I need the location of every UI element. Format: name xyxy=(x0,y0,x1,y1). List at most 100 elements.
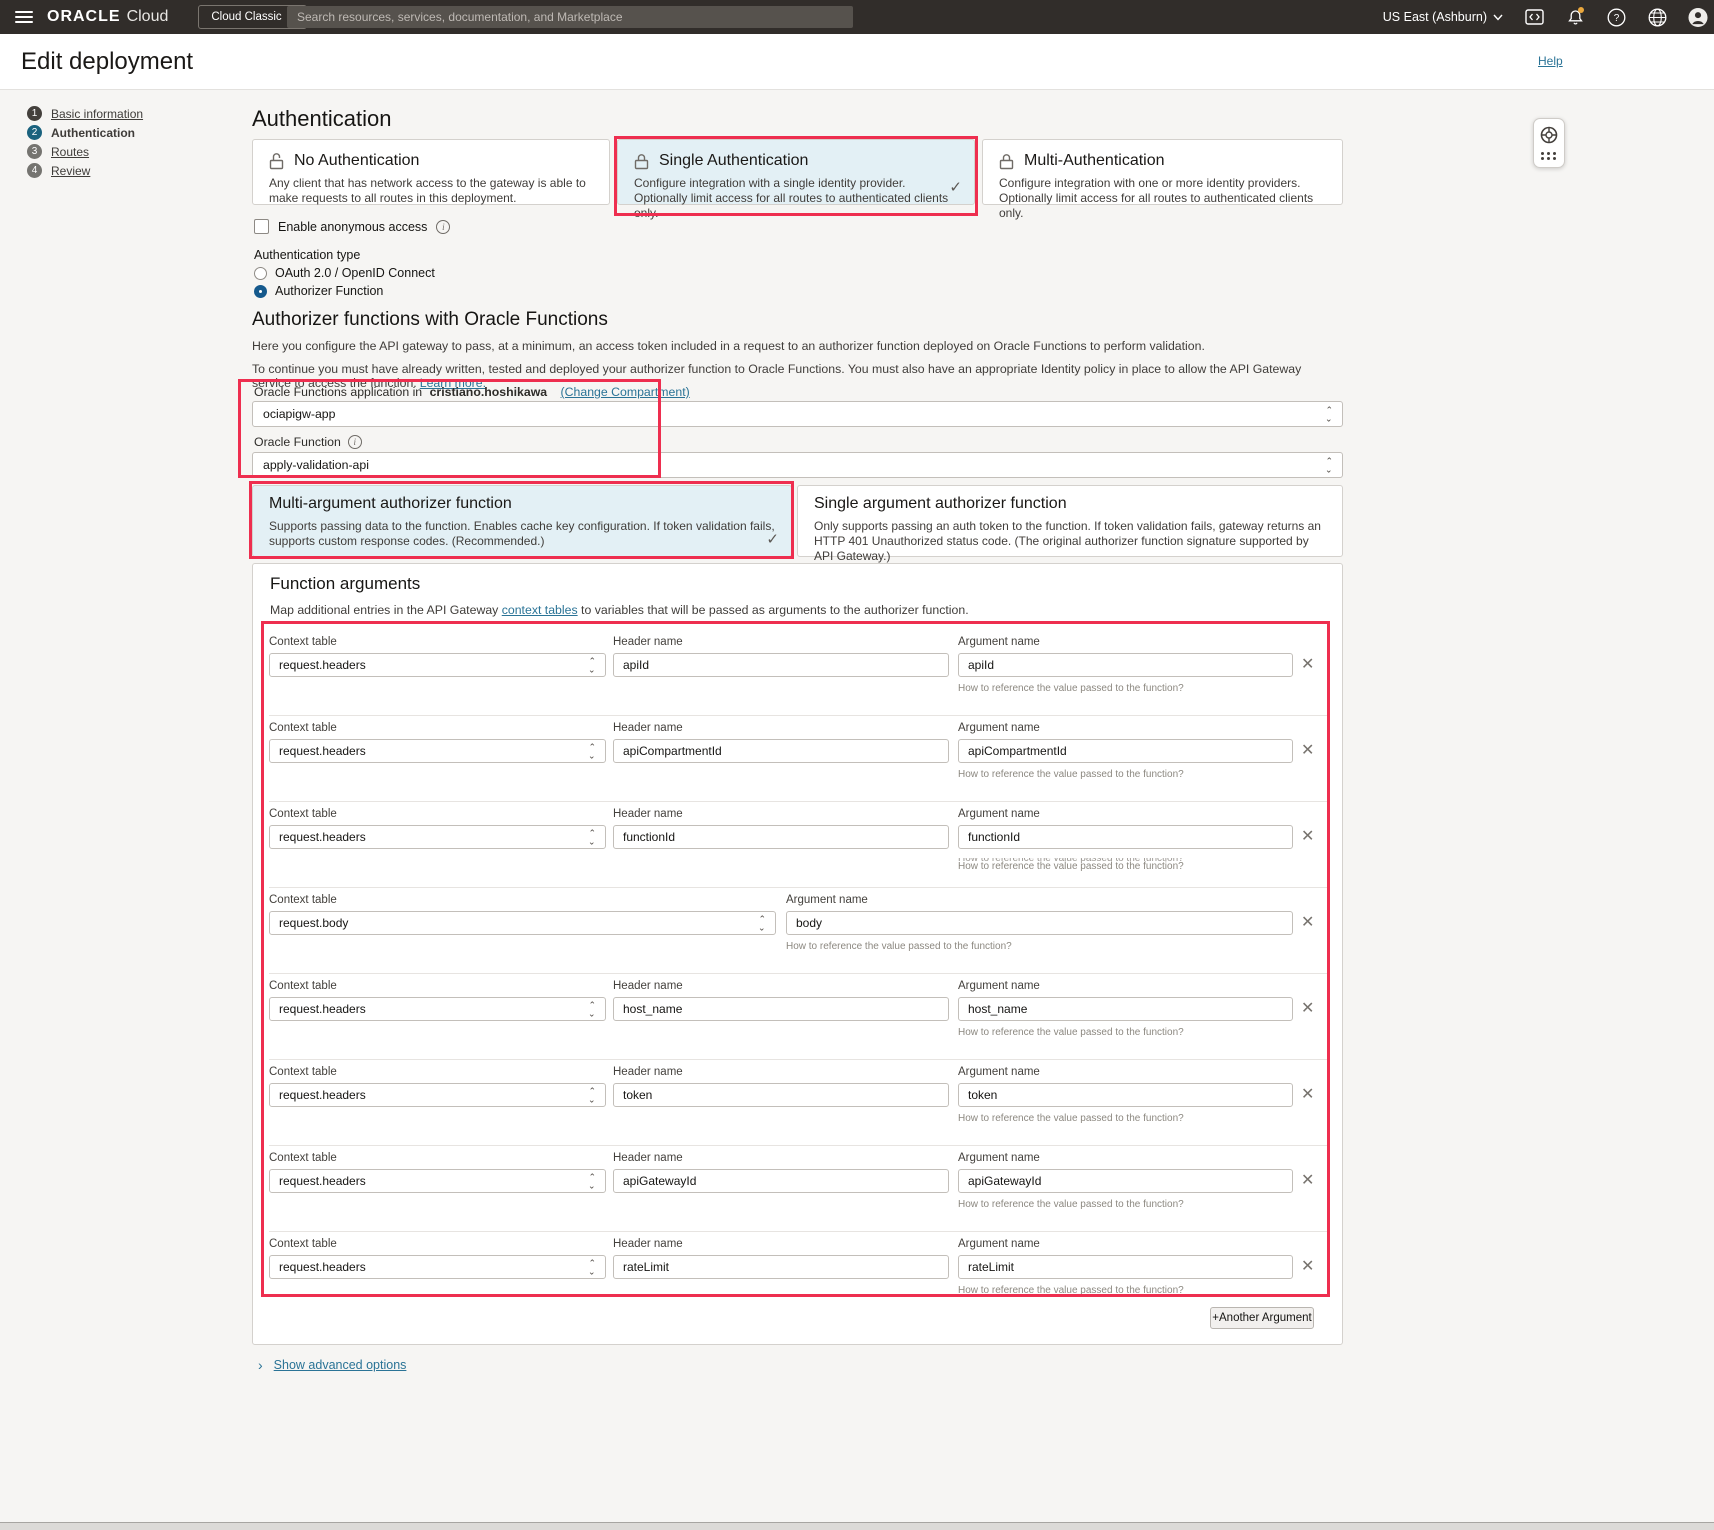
argument-name-column: Argument name How to reference the value… xyxy=(958,636,1293,694)
header-name-input[interactable] xyxy=(613,739,949,763)
context-table-select[interactable]: request.headers ⌃⌃ xyxy=(269,1083,606,1107)
argument-name-input[interactable] xyxy=(958,1255,1293,1279)
oracle-cloud-logo[interactable]: ORACLE Cloud xyxy=(47,8,168,26)
header-name-input[interactable] xyxy=(613,653,949,677)
context-table-value: request.body xyxy=(279,916,348,930)
show-advanced-options-link[interactable]: Show advanced options xyxy=(274,1358,407,1372)
header-name-input[interactable] xyxy=(613,1169,949,1193)
context-table-select[interactable]: request.headers ⌃⌃ xyxy=(269,1169,606,1193)
reference-hint-link[interactable]: How to reference the value passed to the… xyxy=(958,683,1293,694)
function-argument-row: Context table request.headers ⌃⌃ Header … xyxy=(269,1060,1328,1146)
context-table-select[interactable]: request.headers ⌃⌃ xyxy=(269,1255,606,1279)
top-navigation-bar: ORACLE Cloud Cloud Classic › US East (As… xyxy=(0,0,1714,34)
step-routes[interactable]: 3 Routes xyxy=(27,142,143,161)
argument-name-input[interactable] xyxy=(958,1083,1293,1107)
select-stepper-icon: ⌃⌃ xyxy=(1325,406,1333,422)
language-globe-icon[interactable] xyxy=(1647,7,1667,27)
card-description: Any client that has network access to th… xyxy=(269,176,593,206)
step-basic-information[interactable]: 1 Basic information xyxy=(27,104,143,123)
argument-name-column: Argument name How to reference the value… xyxy=(958,1066,1293,1124)
context-table-select[interactable]: request.headers ⌃⌃ xyxy=(269,825,606,849)
context-tables-link[interactable]: context tables xyxy=(502,603,578,617)
header-name-input[interactable] xyxy=(613,1255,949,1279)
radio-label: Authorizer Function xyxy=(275,284,383,298)
select-stepper-icon: ⌃⌃ xyxy=(588,1259,596,1275)
card-single-authentication[interactable]: Single Authentication Configure integrat… xyxy=(617,139,975,205)
selected-function: apply-validation-api xyxy=(263,458,369,472)
card-multi-authentication[interactable]: Multi-Authentication Configure integrati… xyxy=(982,139,1343,205)
search-input[interactable] xyxy=(287,6,853,28)
radio-authorizer-function[interactable]: Authorizer Function xyxy=(254,284,383,298)
remove-argument-icon[interactable]: ✕ xyxy=(1301,740,1314,760)
function-argument-row: Context table request.headers ⌃⌃ Header … xyxy=(269,802,1328,888)
advanced-options-row: › Show advanced options xyxy=(258,1357,406,1373)
oracle-function-select[interactable]: apply-validation-api ⌃⌃ xyxy=(252,452,1343,478)
life-buoy-icon[interactable] xyxy=(1540,126,1558,144)
step-label[interactable]: Basic information xyxy=(51,107,143,121)
help-link[interactable]: Help xyxy=(1538,54,1563,68)
argument-name-input[interactable] xyxy=(958,997,1293,1021)
context-table-column: Context table request.body ⌃⌃ xyxy=(269,894,776,935)
change-compartment-link[interactable]: (Change Compartment) xyxy=(561,385,690,399)
remove-argument-icon[interactable]: ✕ xyxy=(1301,1256,1314,1276)
argument-name-input[interactable] xyxy=(786,911,1293,935)
info-icon[interactable]: i xyxy=(348,435,362,449)
context-table-select[interactable]: request.headers ⌃⌃ xyxy=(269,739,606,763)
support-widget[interactable] xyxy=(1533,118,1565,168)
function-argument-row: Context table request.body ⌃⌃ Argument n… xyxy=(269,888,1328,974)
functions-application-select[interactable]: ociapigw-app ⌃⌃ xyxy=(252,401,1343,427)
radio-oauth[interactable]: OAuth 2.0 / OpenID Connect xyxy=(254,266,435,280)
card-no-authentication[interactable]: No Authentication Any client that has ne… xyxy=(252,139,610,205)
reference-hint-link[interactable]: How to reference the value passed to the… xyxy=(958,769,1293,780)
card-single-argument[interactable]: Single argument authorizer function Only… xyxy=(797,485,1343,557)
header-name-input[interactable] xyxy=(613,1083,949,1107)
region-selector[interactable]: US East (Ashburn) xyxy=(1383,10,1503,24)
step-label[interactable]: Routes xyxy=(51,145,89,159)
enable-anonymous-access-row: Enable anonymous access i xyxy=(254,219,450,234)
apps-dots-icon[interactable] xyxy=(1541,152,1557,160)
argument-name-input[interactable] xyxy=(958,653,1293,677)
remove-argument-icon[interactable]: ✕ xyxy=(1301,1170,1314,1190)
remove-argument-icon[interactable]: ✕ xyxy=(1301,912,1314,932)
step-authentication[interactable]: 2 Authentication xyxy=(27,123,143,142)
remove-argument-icon[interactable]: ✕ xyxy=(1301,1084,1314,1104)
notifications-bell-icon[interactable] xyxy=(1565,7,1585,27)
reference-hint-link[interactable]: How to reference the value passed to the… xyxy=(958,1027,1293,1038)
context-table-label: Context table xyxy=(269,722,606,734)
reference-hint-link[interactable]: How to reference the value passed to the… xyxy=(958,1285,1293,1296)
anonymous-access-checkbox[interactable] xyxy=(254,219,269,234)
functions-application-label: Oracle Functions application in cristian… xyxy=(254,385,690,399)
context-table-select[interactable]: request.headers ⌃⌃ xyxy=(269,997,606,1021)
step-review[interactable]: 4 Review xyxy=(27,161,143,180)
help-question-icon[interactable]: ? xyxy=(1606,7,1626,27)
remove-argument-icon[interactable]: ✕ xyxy=(1301,998,1314,1018)
user-avatar-icon[interactable] xyxy=(1688,7,1708,27)
header-name-input[interactable] xyxy=(613,997,949,1021)
card-multi-argument[interactable]: Multi-argument authorizer function Suppo… xyxy=(252,485,792,557)
context-table-label: Context table xyxy=(269,1238,606,1250)
argument-name-input[interactable] xyxy=(958,825,1293,849)
argument-name-input[interactable] xyxy=(958,739,1293,763)
reference-hint-link[interactable]: How to reference the value passed to the… xyxy=(958,1199,1293,1210)
info-icon[interactable]: i xyxy=(436,220,450,234)
argument-name-input[interactable] xyxy=(958,1169,1293,1193)
function-argument-row: Context table request.headers ⌃⌃ Header … xyxy=(269,630,1328,716)
radio-button-icon[interactable] xyxy=(254,285,267,298)
developer-console-icon[interactable] xyxy=(1524,7,1544,27)
hamburger-menu-icon[interactable] xyxy=(15,11,33,23)
context-table-select[interactable]: request.body ⌃⌃ xyxy=(269,911,776,935)
reference-hint-link[interactable]: How to reference the value passed to the… xyxy=(786,941,1293,952)
argument-name-label: Argument name xyxy=(958,1238,1293,1250)
header-name-label: Header name xyxy=(613,1238,949,1250)
add-another-argument-button[interactable]: +Another Argument xyxy=(1210,1307,1314,1329)
step-label[interactable]: Review xyxy=(51,164,90,178)
selected-checkmark-icon: ✓ xyxy=(949,178,962,196)
step-number: 1 xyxy=(27,106,42,121)
reference-hint-link[interactable]: How to reference the value passed to the… xyxy=(958,1113,1293,1124)
remove-argument-icon[interactable]: ✕ xyxy=(1301,826,1314,846)
remove-argument-icon[interactable]: ✕ xyxy=(1301,654,1314,674)
context-table-select[interactable]: request.headers ⌃⌃ xyxy=(269,653,606,677)
radio-button-icon[interactable] xyxy=(254,267,267,280)
context-table-value: request.headers xyxy=(279,744,366,758)
header-name-input[interactable] xyxy=(613,825,949,849)
